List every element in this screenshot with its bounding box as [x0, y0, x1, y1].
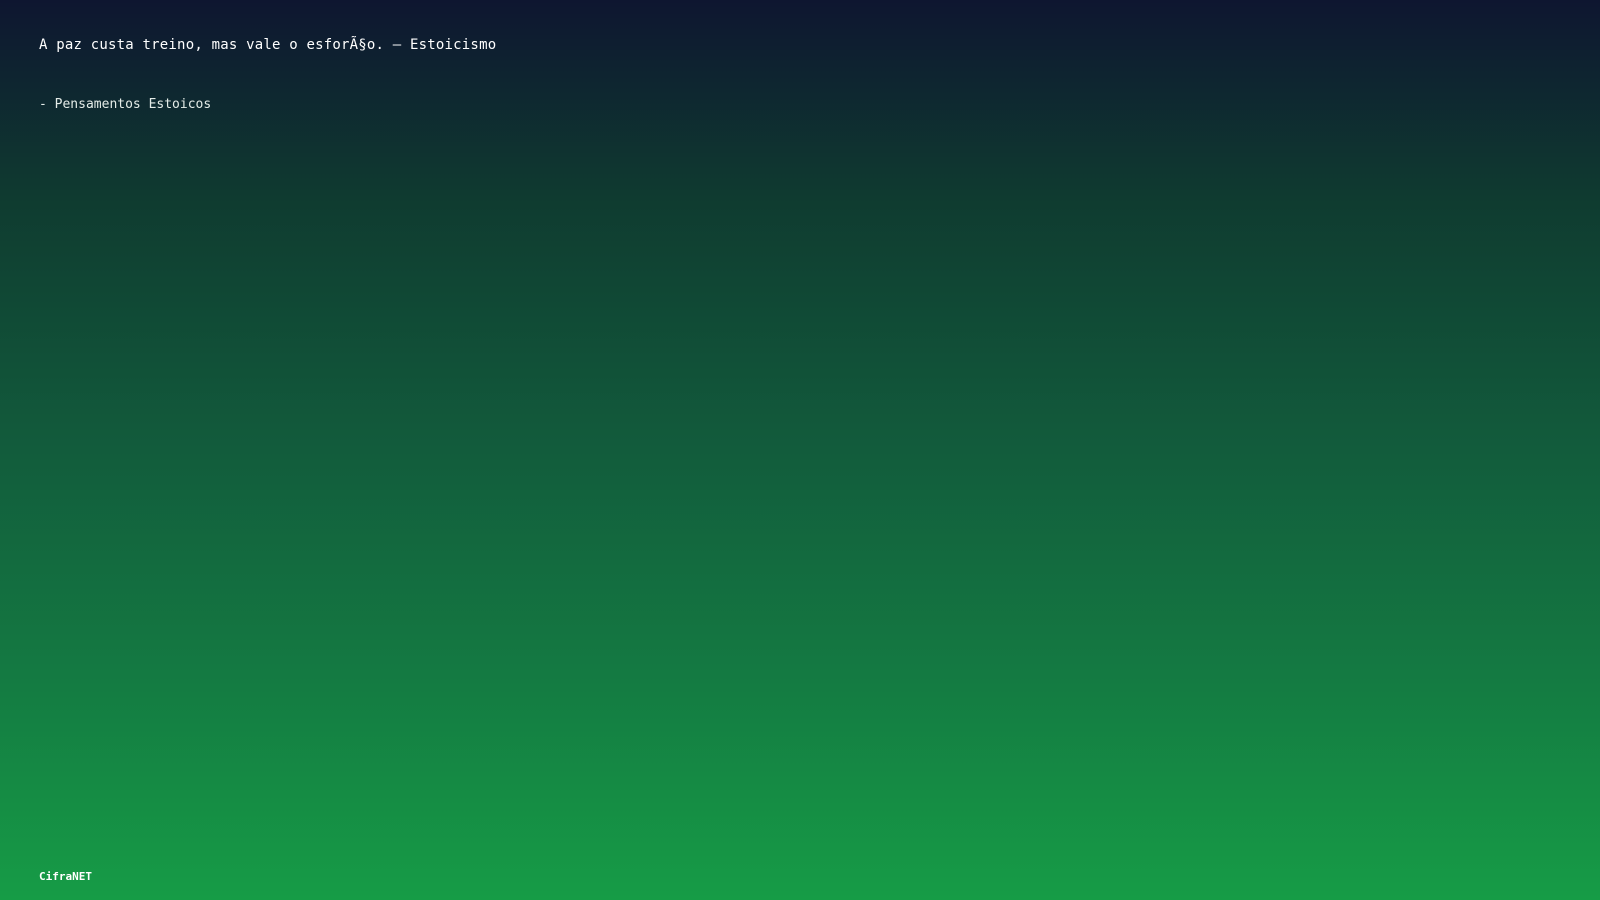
- quote-text: A paz custa treino, mas vale o esforÃ§o.…: [39, 37, 497, 53]
- quote-attribution: - Pensamentos Estoicos: [39, 97, 212, 112]
- brand-label: CifraNET: [39, 870, 92, 883]
